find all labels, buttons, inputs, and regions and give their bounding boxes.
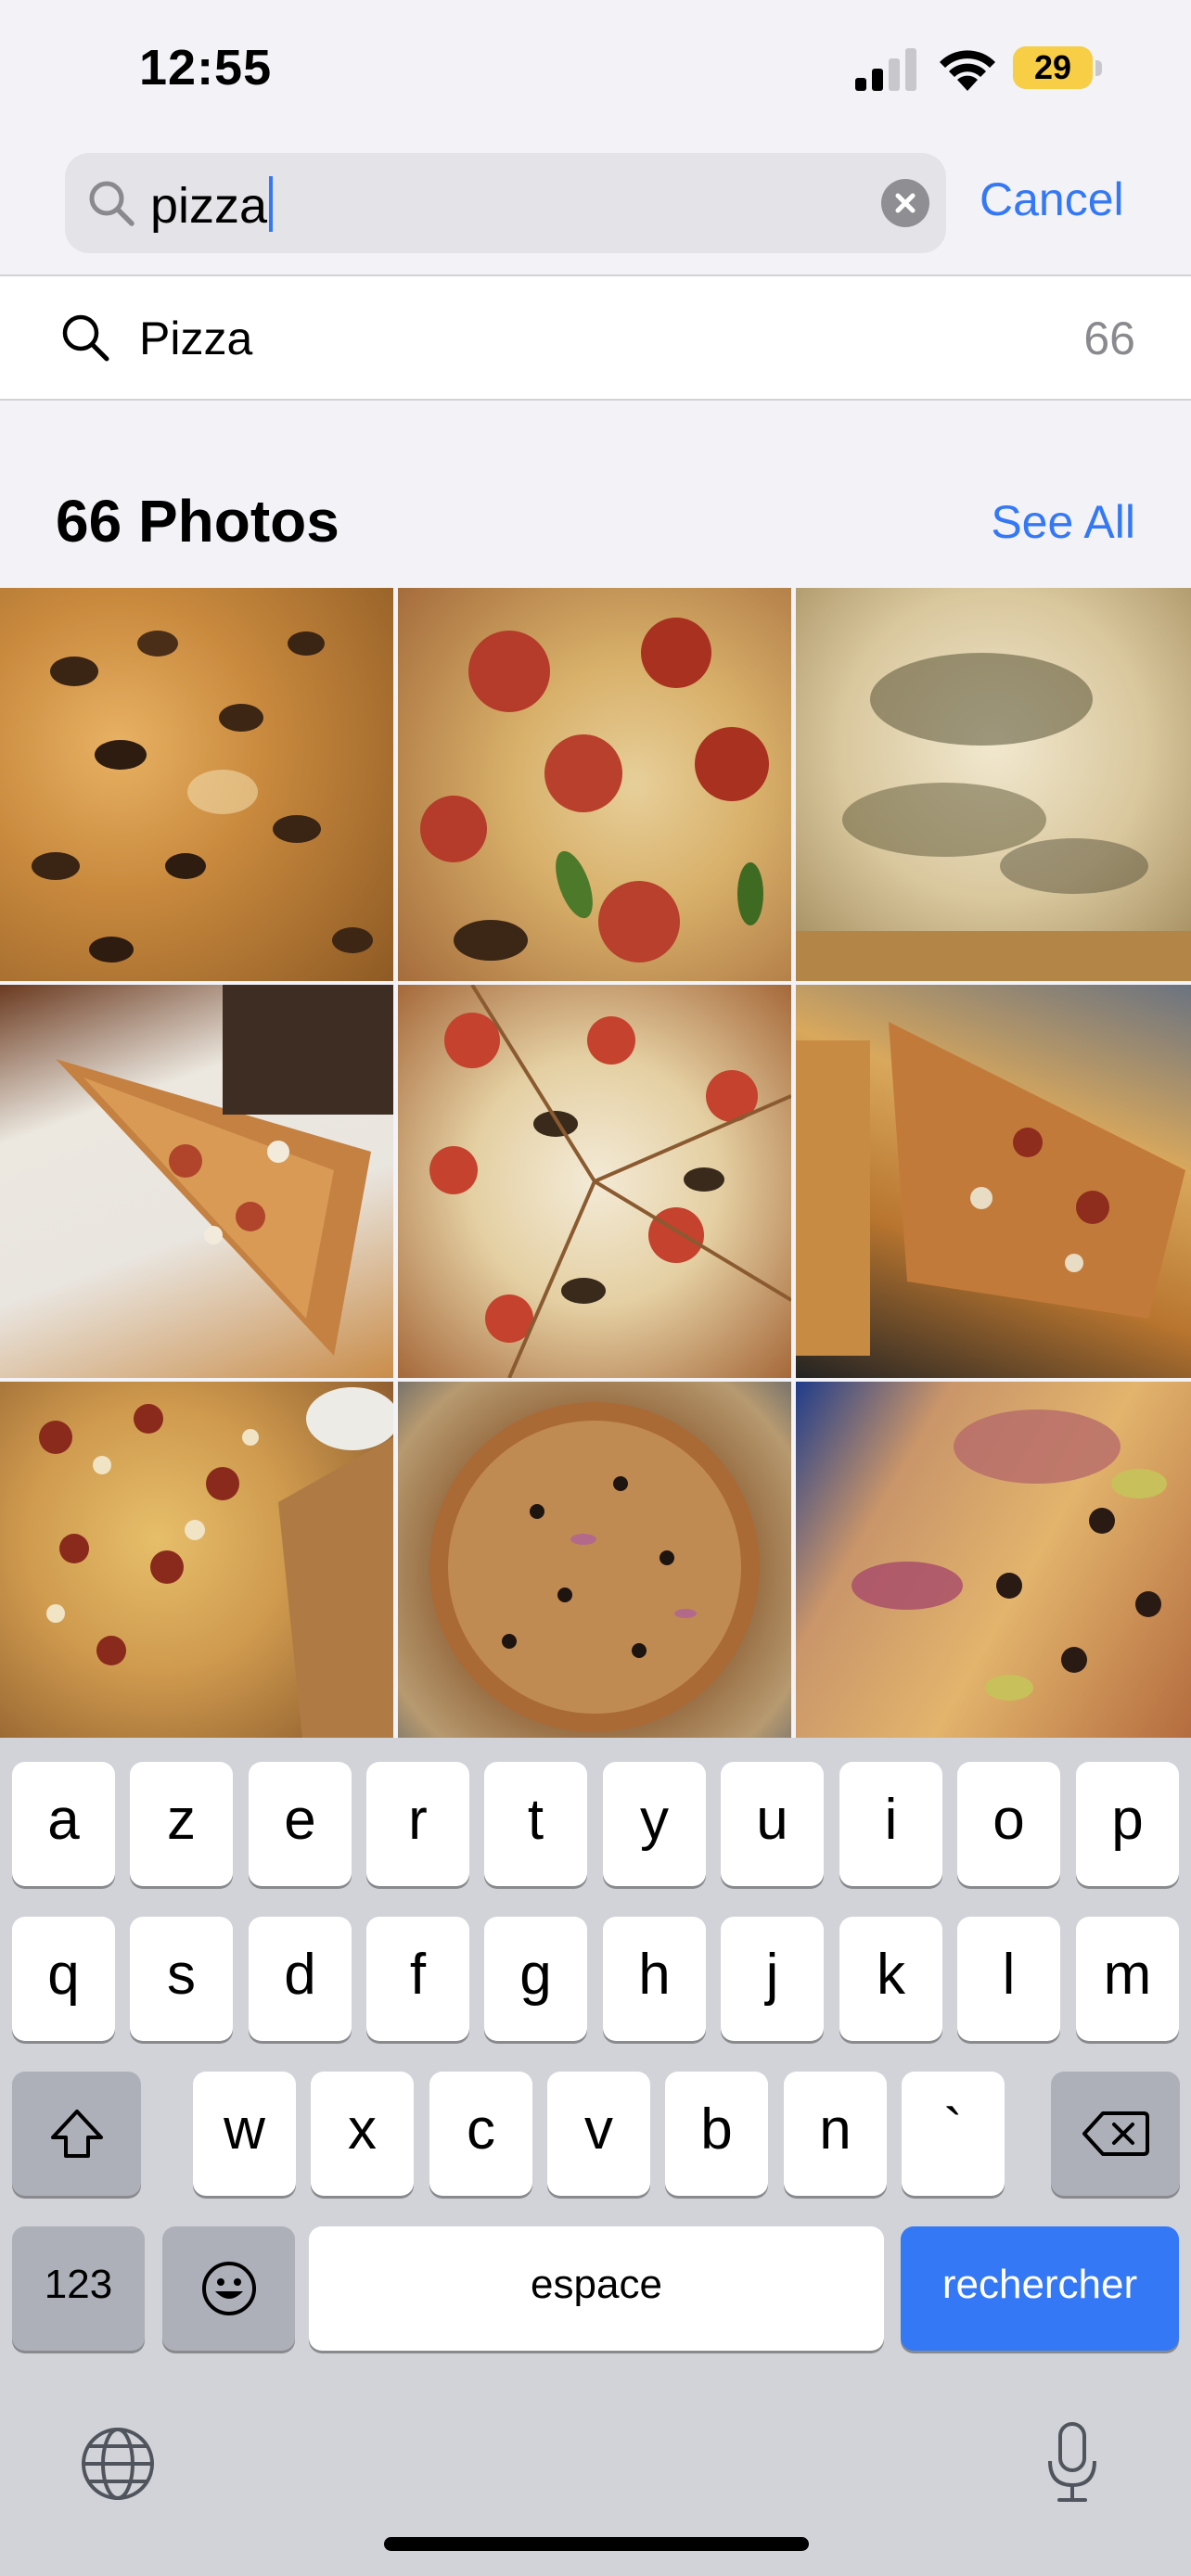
search-suggestion-row[interactable]: Pizza 66 (0, 274, 1191, 401)
numbers-key[interactable]: 123 (12, 2226, 145, 2351)
photo-supreme-pizza-in-box[interactable] (398, 1382, 791, 1738)
photo-sliced-mushroom-pizza[interactable] (398, 985, 791, 1378)
battery-indicator: 29 (1013, 46, 1104, 91)
key-backtick[interactable]: ` (902, 2072, 1005, 2196)
key-q[interactable]: q (12, 1917, 115, 2041)
suggestion-count: 66 (1083, 312, 1135, 364)
photo-sausage-corn-pizza[interactable] (0, 1382, 393, 1738)
key-t[interactable]: t (484, 1762, 587, 1886)
photo-mushroom-pizza[interactable] (0, 588, 393, 981)
key-r[interactable]: r (366, 1762, 469, 1886)
key-c[interactable]: c (429, 2072, 532, 2196)
search-key[interactable]: rechercher (901, 2226, 1179, 2351)
shift-icon (50, 2110, 103, 2158)
battery-tip (1095, 60, 1102, 76)
search-input[interactable]: pizza (65, 153, 946, 253)
see-all-button[interactable]: See All (991, 495, 1135, 549)
key-n[interactable]: n (784, 2072, 887, 2196)
key-j[interactable]: j (721, 1917, 824, 2041)
text-cursor (269, 176, 274, 232)
space-key[interactable]: espace (309, 2226, 884, 2351)
emoji-key[interactable] (162, 2226, 295, 2351)
home-indicator[interactable] (384, 2537, 809, 2551)
key-f[interactable]: f (366, 1917, 469, 2041)
battery-level: 29 (1033, 48, 1072, 86)
search-query-text[interactable]: pizza (150, 176, 274, 233)
key-i[interactable]: i (839, 1762, 942, 1886)
status-bar: 12:55 29 (0, 0, 1191, 139)
key-v[interactable]: v (547, 2072, 650, 2196)
key-e[interactable]: e (249, 1762, 352, 1886)
key-w[interactable]: w (193, 2072, 296, 2196)
photo-pizza-slice-on-plate[interactable] (0, 985, 393, 1378)
key-b[interactable]: b (665, 2072, 768, 2196)
key-p[interactable]: p (1076, 1762, 1179, 1886)
results-title: 66 Photos (56, 488, 339, 555)
key-g[interactable]: g (484, 1917, 587, 2041)
suggestion-label: Pizza (139, 312, 253, 364)
emoji-icon (201, 2262, 256, 2315)
cellular-signal-icon (855, 48, 916, 91)
microphone-icon[interactable] (1044, 2420, 1100, 2506)
photo-pepperoni-pepper-pizza[interactable] (398, 588, 791, 981)
photo-pizza-slices-on-pan[interactable] (796, 985, 1191, 1378)
backspace-icon (1082, 2111, 1149, 2156)
key-k[interactable]: k (839, 1917, 942, 2041)
key-s[interactable]: s (130, 1917, 233, 2041)
key-y[interactable]: y (603, 1762, 706, 1886)
photo-herb-white-pizza[interactable] (796, 588, 1191, 981)
search-icon (62, 314, 109, 362)
key-x[interactable]: x (311, 2072, 414, 2196)
shift-key[interactable] (12, 2072, 141, 2196)
key-a[interactable]: a (12, 1762, 115, 1886)
key-h[interactable]: h (603, 1917, 706, 2041)
clear-search-button[interactable] (881, 179, 929, 227)
key-z[interactable]: z (130, 1762, 233, 1886)
status-time: 12:55 (139, 40, 273, 96)
clear-icon (895, 193, 916, 213)
key-l[interactable]: l (957, 1917, 1060, 2041)
key-u[interactable]: u (721, 1762, 824, 1886)
photo-grid (0, 588, 1191, 1738)
keyboard: a z e r t y u i o p q s d f g h j k l m … (0, 1738, 1191, 2576)
photo-prosciutto-pizza[interactable] (796, 1382, 1191, 1738)
search-icon (89, 181, 134, 226)
key-o[interactable]: o (957, 1762, 1060, 1886)
key-m[interactable]: m (1076, 1917, 1179, 2041)
cancel-button[interactable]: Cancel (980, 172, 1124, 226)
wifi-icon (940, 50, 995, 91)
key-d[interactable]: d (249, 1917, 352, 2041)
backspace-key[interactable] (1051, 2072, 1180, 2196)
globe-icon[interactable] (80, 2426, 156, 2502)
